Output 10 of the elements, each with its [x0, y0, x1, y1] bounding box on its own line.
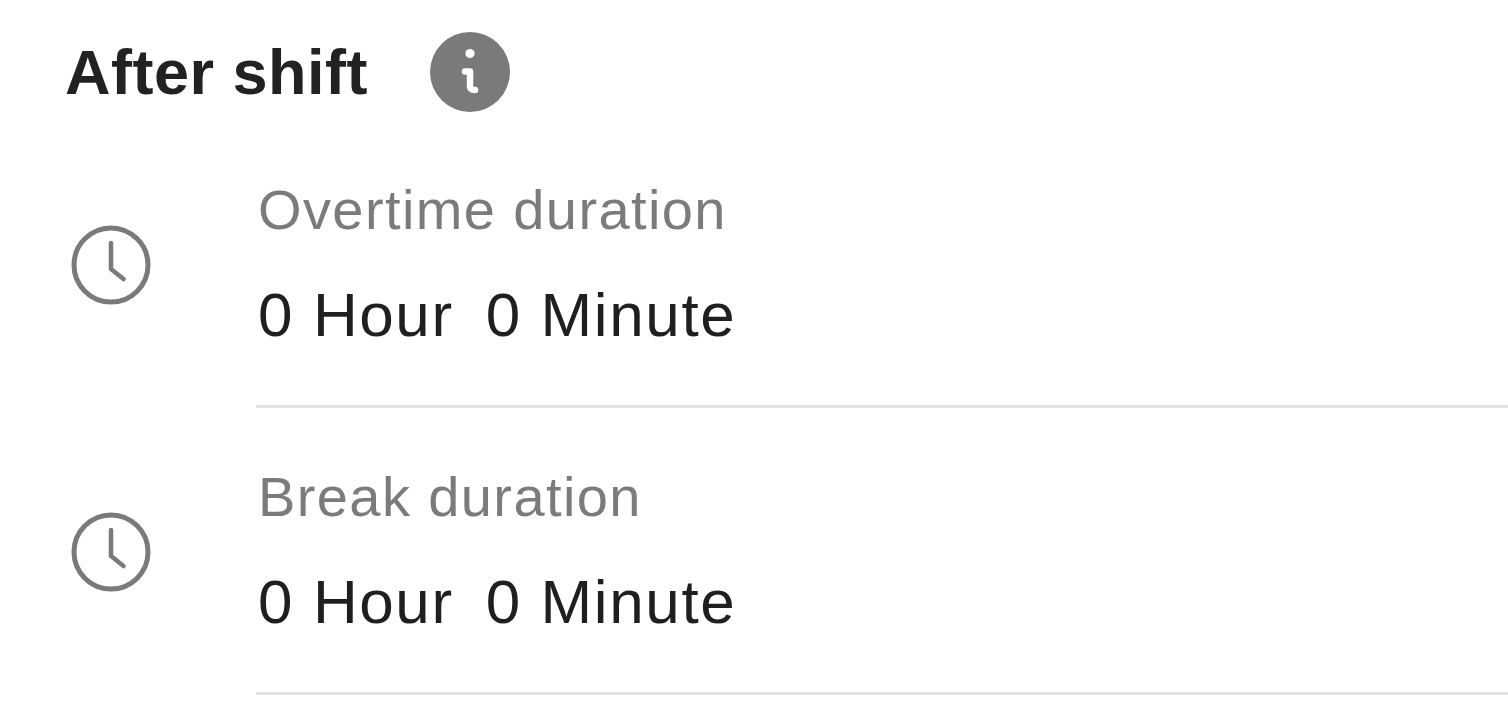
info-icon[interactable]	[430, 32, 510, 112]
section-title: After shift	[65, 36, 368, 109]
minutes-value: 0 Minute	[485, 280, 737, 350]
clock-icon	[71, 512, 151, 592]
clock-icon	[71, 225, 151, 305]
minutes-value: 0 Minute	[485, 567, 737, 637]
hours-value: 0 Hour	[258, 567, 454, 637]
field-label: Overtime duration	[258, 178, 727, 241]
field-label: Break duration	[258, 465, 642, 528]
hours-value: 0 Hour	[258, 280, 454, 350]
